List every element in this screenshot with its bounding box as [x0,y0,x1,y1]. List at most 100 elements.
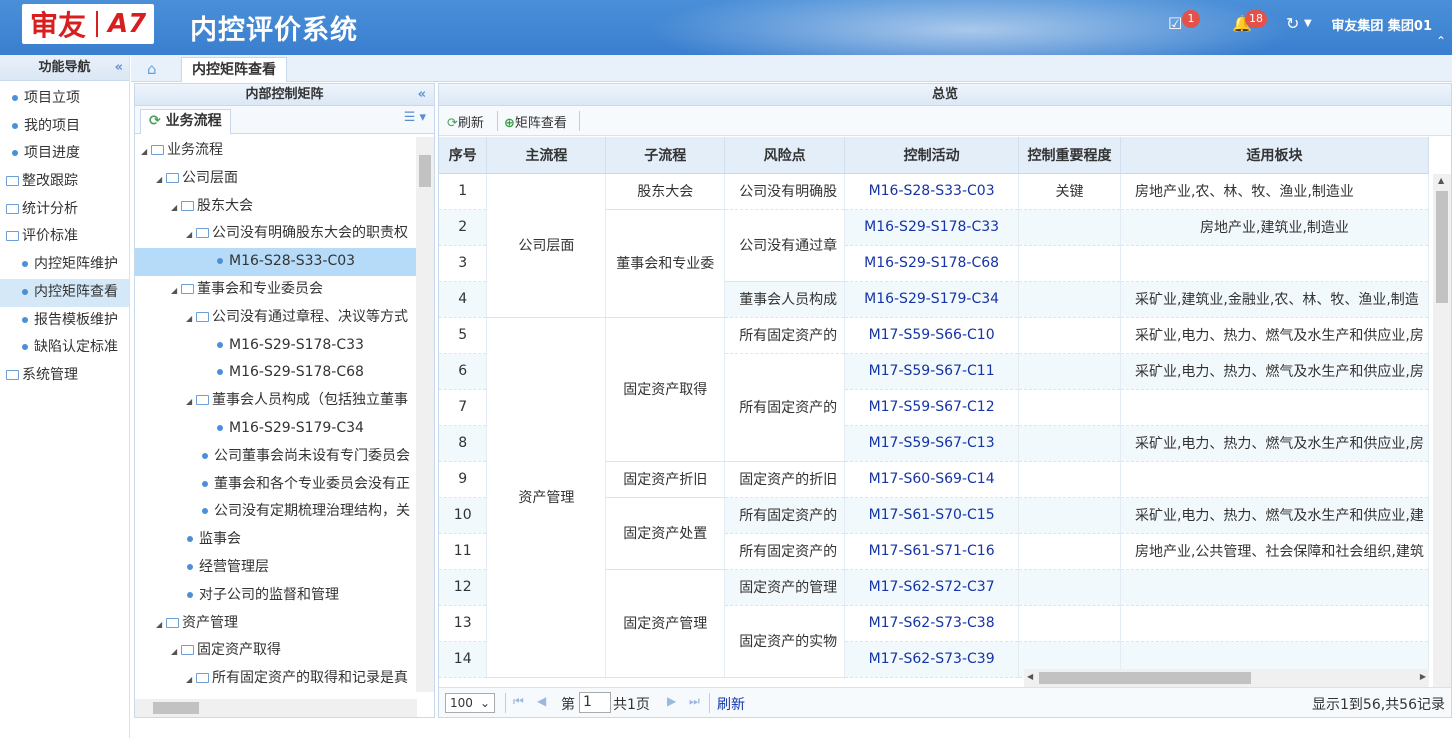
tree-node[interactable]: 经营管理层 [135,554,417,582]
tree-node[interactable]: M16-S29-S178-C33 [135,332,417,360]
tree-node[interactable]: M16-S29-S179-C34 [135,415,417,443]
importance-cell [1018,281,1121,318]
tree-node[interactable]: ◢ 资产管理 [135,610,417,638]
column-header[interactable]: 控制重要程度 [1018,137,1121,174]
column-header[interactable]: 风险点 [724,137,846,174]
tree-node[interactable]: 董事会和各个专业委员会没有正 [135,471,417,499]
tree-menu-icon[interactable]: ☰ ▾ [404,110,426,125]
page-size-select[interactable]: 100 ⌄ [445,693,495,713]
tree-node[interactable]: ◢ 董事会人员构成（包括独立董事 [135,387,417,415]
collapse-nav-icon[interactable]: « [115,55,123,81]
tree-node[interactable]: M16-S28-S33-C03 [135,248,417,276]
tree-node[interactable]: ◢ 业务流程 [135,137,417,165]
expand-toggle-icon[interactable]: ◢ [171,194,181,221]
first-page-icon[interactable]: ⏮ [513,694,524,709]
expand-toggle-icon[interactable]: ◢ [186,221,196,248]
column-header[interactable]: 主流程 [486,137,607,174]
nav-item[interactable]: 报告模板维护 [0,307,129,335]
nav-item[interactable]: 缺陷认定标准 [0,334,129,362]
nav-item[interactable]: 整改跟踪 [0,168,129,196]
control-activity-cell[interactable]: M17-S59-S67-C11 [844,353,1020,390]
expand-toggle-icon[interactable]: ◢ [186,388,196,415]
scroll-right-icon[interactable]: ▶ [1420,672,1426,681]
table-row[interactable]: 1 公司层面 股东大会 公司没有明确股 M16-S28-S33-C03 关键 房地产业,农、… [439,173,1429,318]
tree-node[interactable]: ◢ 董事会和专业委员会 [135,276,417,304]
scroll-thumb[interactable] [1039,672,1251,684]
page-number-input[interactable]: 1 [579,692,611,713]
tree-node[interactable]: 公司没有定期梳理治理结构，关 [135,498,417,526]
scroll-thumb[interactable] [419,155,431,187]
refresh-icon[interactable]: ↻ [1286,14,1299,33]
control-activity-cell[interactable]: M17-S59-S66-C10 [844,317,1020,354]
last-page-icon[interactable]: ⏭ [689,694,700,709]
nav-item[interactable]: 统计分析 [0,196,129,224]
sector-cell: 房地产业,农、林、牧、渔业,制造业 [1120,173,1429,210]
grid-horizontal-scrollbar[interactable]: ◀ ▶ [1024,669,1429,687]
importance-cell [1018,425,1121,462]
tree-node[interactable]: 公司董事会尚未设有专门委员会 [135,443,417,471]
nav-item[interactable]: 评价标准 [0,223,129,251]
chevron-down-icon[interactable]: ▼ [1304,18,1312,29]
sector-cell: 采矿业,建筑业,金融业,农、林、牧、渔业,制造 [1120,281,1429,318]
expand-toggle-icon[interactable]: ◢ [186,666,196,692]
grid-vertical-scrollbar[interactable]: ▲ [1433,174,1451,689]
nav-item[interactable]: 系统管理 [0,362,129,390]
control-activity-cell[interactable]: M16-S29-S179-C34 [844,281,1020,318]
nav-item[interactable]: 项目立项 [0,85,129,113]
next-page-icon[interactable]: ▶ [667,694,676,708]
tree-node[interactable]: ◢ 公司没有通过章程、决议等方式 [135,304,417,332]
scroll-thumb[interactable] [1436,191,1448,303]
column-header[interactable]: 适用板块 [1120,137,1429,174]
control-activity-cell[interactable]: M17-S59-S67-C12 [844,389,1020,426]
control-activity-cell[interactable]: M17-S61-S71-C16 [844,533,1020,570]
nav-item[interactable]: 内控矩阵查看 [0,278,129,307]
control-activity-cell[interactable]: M17-S59-S67-C13 [844,425,1020,462]
prev-page-icon[interactable]: ◀ [537,694,546,708]
expand-toggle-icon[interactable]: ◢ [186,305,196,332]
expand-toggle-icon[interactable]: ◢ [156,611,166,638]
tree-node[interactable]: ◢ 所有固定资产的取得和记录是真 [135,665,417,692]
tree-node[interactable]: ◢ 股东大会 [135,193,417,221]
tree-node[interactable]: ◢ 公司没有明确股东大会的职责权 [135,220,417,248]
scroll-left-icon[interactable]: ◀ [1027,672,1033,681]
control-activity-cell[interactable]: M17-S60-S69-C14 [844,461,1020,498]
control-activity-cell[interactable]: M17-S62-S72-C37 [844,569,1020,606]
refresh-button[interactable]: ⟳刷新 [447,112,484,131]
tree-node[interactable]: 监事会 [135,526,417,554]
tree-horizontal-scrollbar[interactable] [135,699,417,717]
tree-node[interactable]: 对子公司的监督和管理 [135,582,417,610]
column-header[interactable]: 控制活动 [844,137,1020,174]
control-activity-cell[interactable]: M16-S29-S178-C33 [844,209,1020,246]
org-switcher[interactable]: 审友集团 集团01 [1331,15,1432,34]
expand-toggle-icon[interactable]: ◢ [156,166,166,193]
control-activity-cell[interactable]: M16-S29-S178-C68 [844,245,1020,282]
column-header[interactable]: 序号 [439,137,488,174]
tree-node[interactable]: M16-S29-S178-C68 [135,359,417,387]
scroll-thumb[interactable] [153,702,199,714]
tab-matrix-view[interactable]: 内控矩阵查看 [181,57,287,82]
collapse-tree-icon[interactable]: « [418,84,426,106]
expand-toggle-icon[interactable]: ◢ [171,277,181,304]
tree-node[interactable]: ◢ 公司层面 [135,165,417,193]
column-header[interactable]: 子流程 [605,137,726,174]
control-activity-cell[interactable]: M16-S28-S33-C03 [844,173,1020,210]
nav-item[interactable]: 内控矩阵维护 [0,251,129,279]
collapse-header-icon[interactable]: ⌃ [1436,34,1446,48]
nav-item[interactable]: 我的项目 [0,113,129,141]
home-icon[interactable]: ⌂ [147,60,157,78]
expand-toggle-icon[interactable]: ◢ [171,638,181,665]
control-activity-cell[interactable]: M17-S62-S73-C39 [844,641,1020,678]
expand-toggle-icon[interactable]: ◢ [141,138,151,165]
table-row[interactable]: 5 资产管理 固定资产取得 所有固定资产的 M17-S59-S66-C10 采矿业,电力、… [439,317,1429,678]
matrix-view-button[interactable]: ⊕矩阵查看 [504,112,567,131]
tab-business-process[interactable]: ⟳ 业务流程 [140,109,231,134]
tree-vertical-scrollbar[interactable] [416,137,434,692]
bullet-icon [217,258,223,265]
nav-item[interactable]: 项目进度 [0,140,129,168]
tasks-icon[interactable]: ☑ [1168,14,1182,33]
control-activity-cell[interactable]: M17-S62-S73-C38 [844,605,1020,642]
pager-refresh-link[interactable]: 刷新 [717,694,745,714]
tree-node[interactable]: ◢ 固定资产取得 [135,637,417,665]
control-activity-cell[interactable]: M17-S61-S70-C15 [844,497,1020,534]
scroll-up-icon[interactable]: ▲ [1438,176,1444,185]
